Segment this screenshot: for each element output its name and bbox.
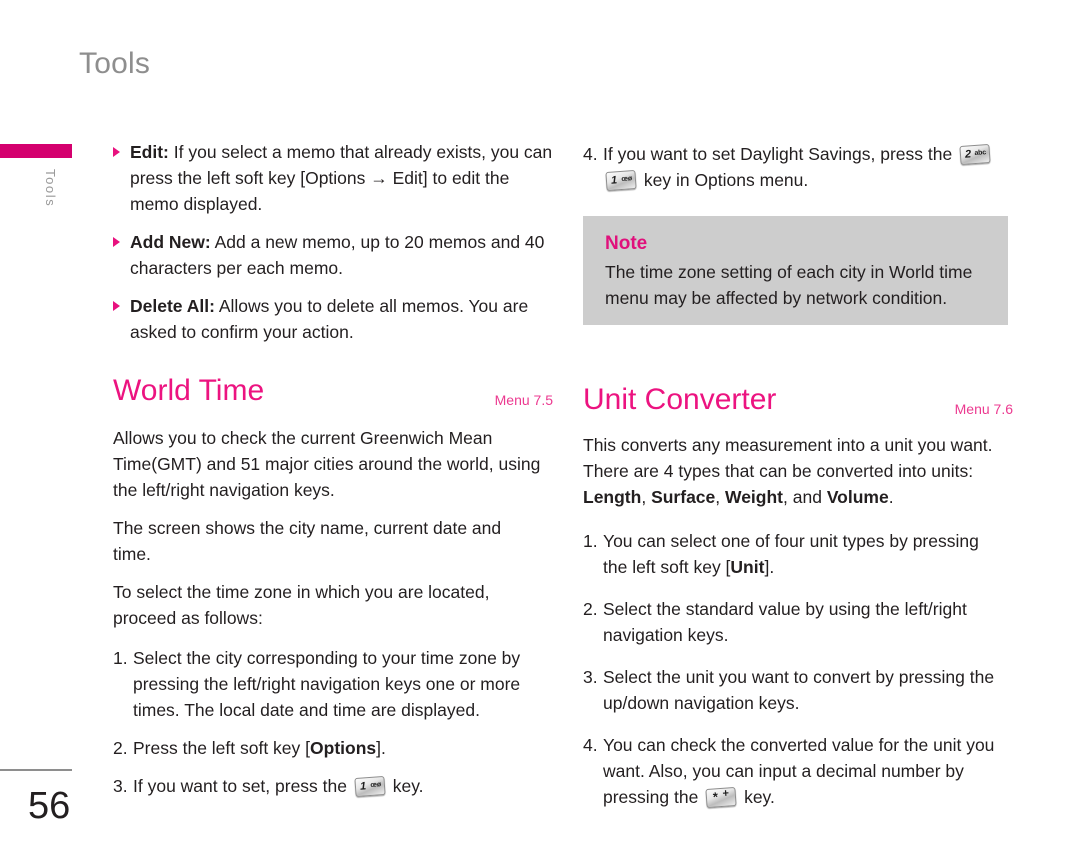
list-item: Edit: If you select a memo that already … <box>113 139 553 217</box>
list-item: 3. Select the unit you want to convert by… <box>583 664 1008 716</box>
unit-converter-body: This converts any measurement into a uni… <box>583 432 1008 822</box>
page-number: 56 <box>28 785 71 827</box>
step-emphasis: Unit <box>730 557 765 577</box>
paragraph: This converts any measurement into a uni… <box>583 432 1008 510</box>
keypad-2-icon: 2 abc <box>959 143 991 166</box>
triangle-bullet-icon <box>113 237 120 247</box>
step-text: Select the city corresponding to your ti… <box>133 648 521 720</box>
section-heading-unit-converter: Unit Converter Menu 7.6 <box>583 383 1013 423</box>
keypad-star-icon: * + <box>705 786 737 809</box>
triangle-bullet-icon <box>113 147 120 157</box>
joiner: , and <box>783 487 827 507</box>
step-text: If you want to set, press the <box>133 776 352 796</box>
section-heading-world-time: World Time Menu 7.5 <box>113 374 553 414</box>
step-text: If you want to set Daylight Savings, pre… <box>603 144 958 164</box>
list-item: 4. If you want to set Daylight Savings, p… <box>583 141 1015 193</box>
intro-text: This converts any measurement into a uni… <box>583 435 993 481</box>
list-item: Delete All: Allows you to delete all mem… <box>113 293 553 345</box>
side-tab-accent-bar <box>0 144 72 158</box>
note-body: The time zone setting of each city in Wo… <box>605 262 973 308</box>
step-text: Select the unit you want to convert by p… <box>603 667 995 713</box>
section-menu-reference: Menu 7.5 <box>494 392 553 408</box>
step-text-tail: ]. <box>764 557 775 577</box>
world-time-body: Allows you to check the current Greenwic… <box>113 425 543 811</box>
paragraph: The screen shows the city name, current … <box>113 518 502 564</box>
keypad-1-icon: 1 œø <box>354 775 386 798</box>
list-item: 1. Select the city corresponding to your… <box>113 645 543 723</box>
joiner: , <box>715 487 725 507</box>
step-text-tail: ]. <box>376 738 386 758</box>
step-text: Press the left soft key [ <box>133 738 311 758</box>
list-item: 2. Select the standard value by using the… <box>583 596 1008 648</box>
unit-type-volume: Volume <box>826 487 889 507</box>
unit-type-weight: Weight <box>725 487 784 507</box>
list-item: 2. Press the left soft key [Options]. <box>113 735 543 761</box>
list-item: 3. If you want to set, press the 1 œø key. <box>113 773 543 799</box>
step-number: 3. <box>113 776 128 796</box>
side-tab-label: Tools <box>43 169 58 208</box>
list-item-term: Add New: <box>130 232 211 252</box>
paragraph: Allows you to check the current Greenwic… <box>113 428 541 500</box>
list-item-term: Delete All: <box>130 296 215 316</box>
list-item: 4. You can check the converted value for … <box>583 732 1008 810</box>
step-number: 1. <box>113 648 128 668</box>
section-title: World Time <box>113 374 265 407</box>
step-number: 2. <box>113 738 128 758</box>
step-emphasis: Options <box>310 738 377 758</box>
note-title: Note <box>605 233 648 254</box>
step-text: Select the standard value by using the l… <box>603 599 967 645</box>
note-box: Note The time zone setting of each city … <box>583 216 1008 325</box>
unit-type-surface: Surface <box>651 487 716 507</box>
step-number: 3. <box>583 667 598 687</box>
daylight-savings-step: 4. If you want to set Daylight Savings, p… <box>583 141 1015 205</box>
memo-options-list: Edit: If you select a memo that already … <box>113 139 553 357</box>
footer-divider <box>0 769 72 771</box>
step-number: 1. <box>583 531 598 551</box>
step-number: 4. <box>583 735 598 755</box>
section-menu-reference: Menu 7.6 <box>954 401 1013 417</box>
list-item: Add New: Add a new memo, up to 20 memos … <box>113 229 553 281</box>
page-title: Tools <box>79 47 151 80</box>
joiner: , <box>641 487 652 507</box>
keypad-1-icon: 1 œø <box>605 169 637 192</box>
triangle-bullet-icon <box>113 301 120 311</box>
list-item-text: If you select a memo that already exists… <box>130 142 553 214</box>
section-title: Unit Converter <box>583 383 777 416</box>
period: . <box>888 487 894 507</box>
step-number: 2. <box>583 599 598 619</box>
list-item: 1. You can select one of four unit types … <box>583 528 1008 580</box>
step-text: You can select one of four unit types by… <box>603 531 979 577</box>
step-text-tail: key. <box>739 787 775 807</box>
paragraph: To select the time zone in which you are… <box>113 582 490 628</box>
list-item-term: Edit: <box>130 142 169 162</box>
unit-type-length: Length <box>583 487 642 507</box>
step-text-tail: key in Options menu. <box>639 170 809 190</box>
step-number: 4. <box>583 144 598 164</box>
step-text: You can check the converted value for th… <box>603 735 995 807</box>
step-text-tail: key. <box>387 776 424 796</box>
